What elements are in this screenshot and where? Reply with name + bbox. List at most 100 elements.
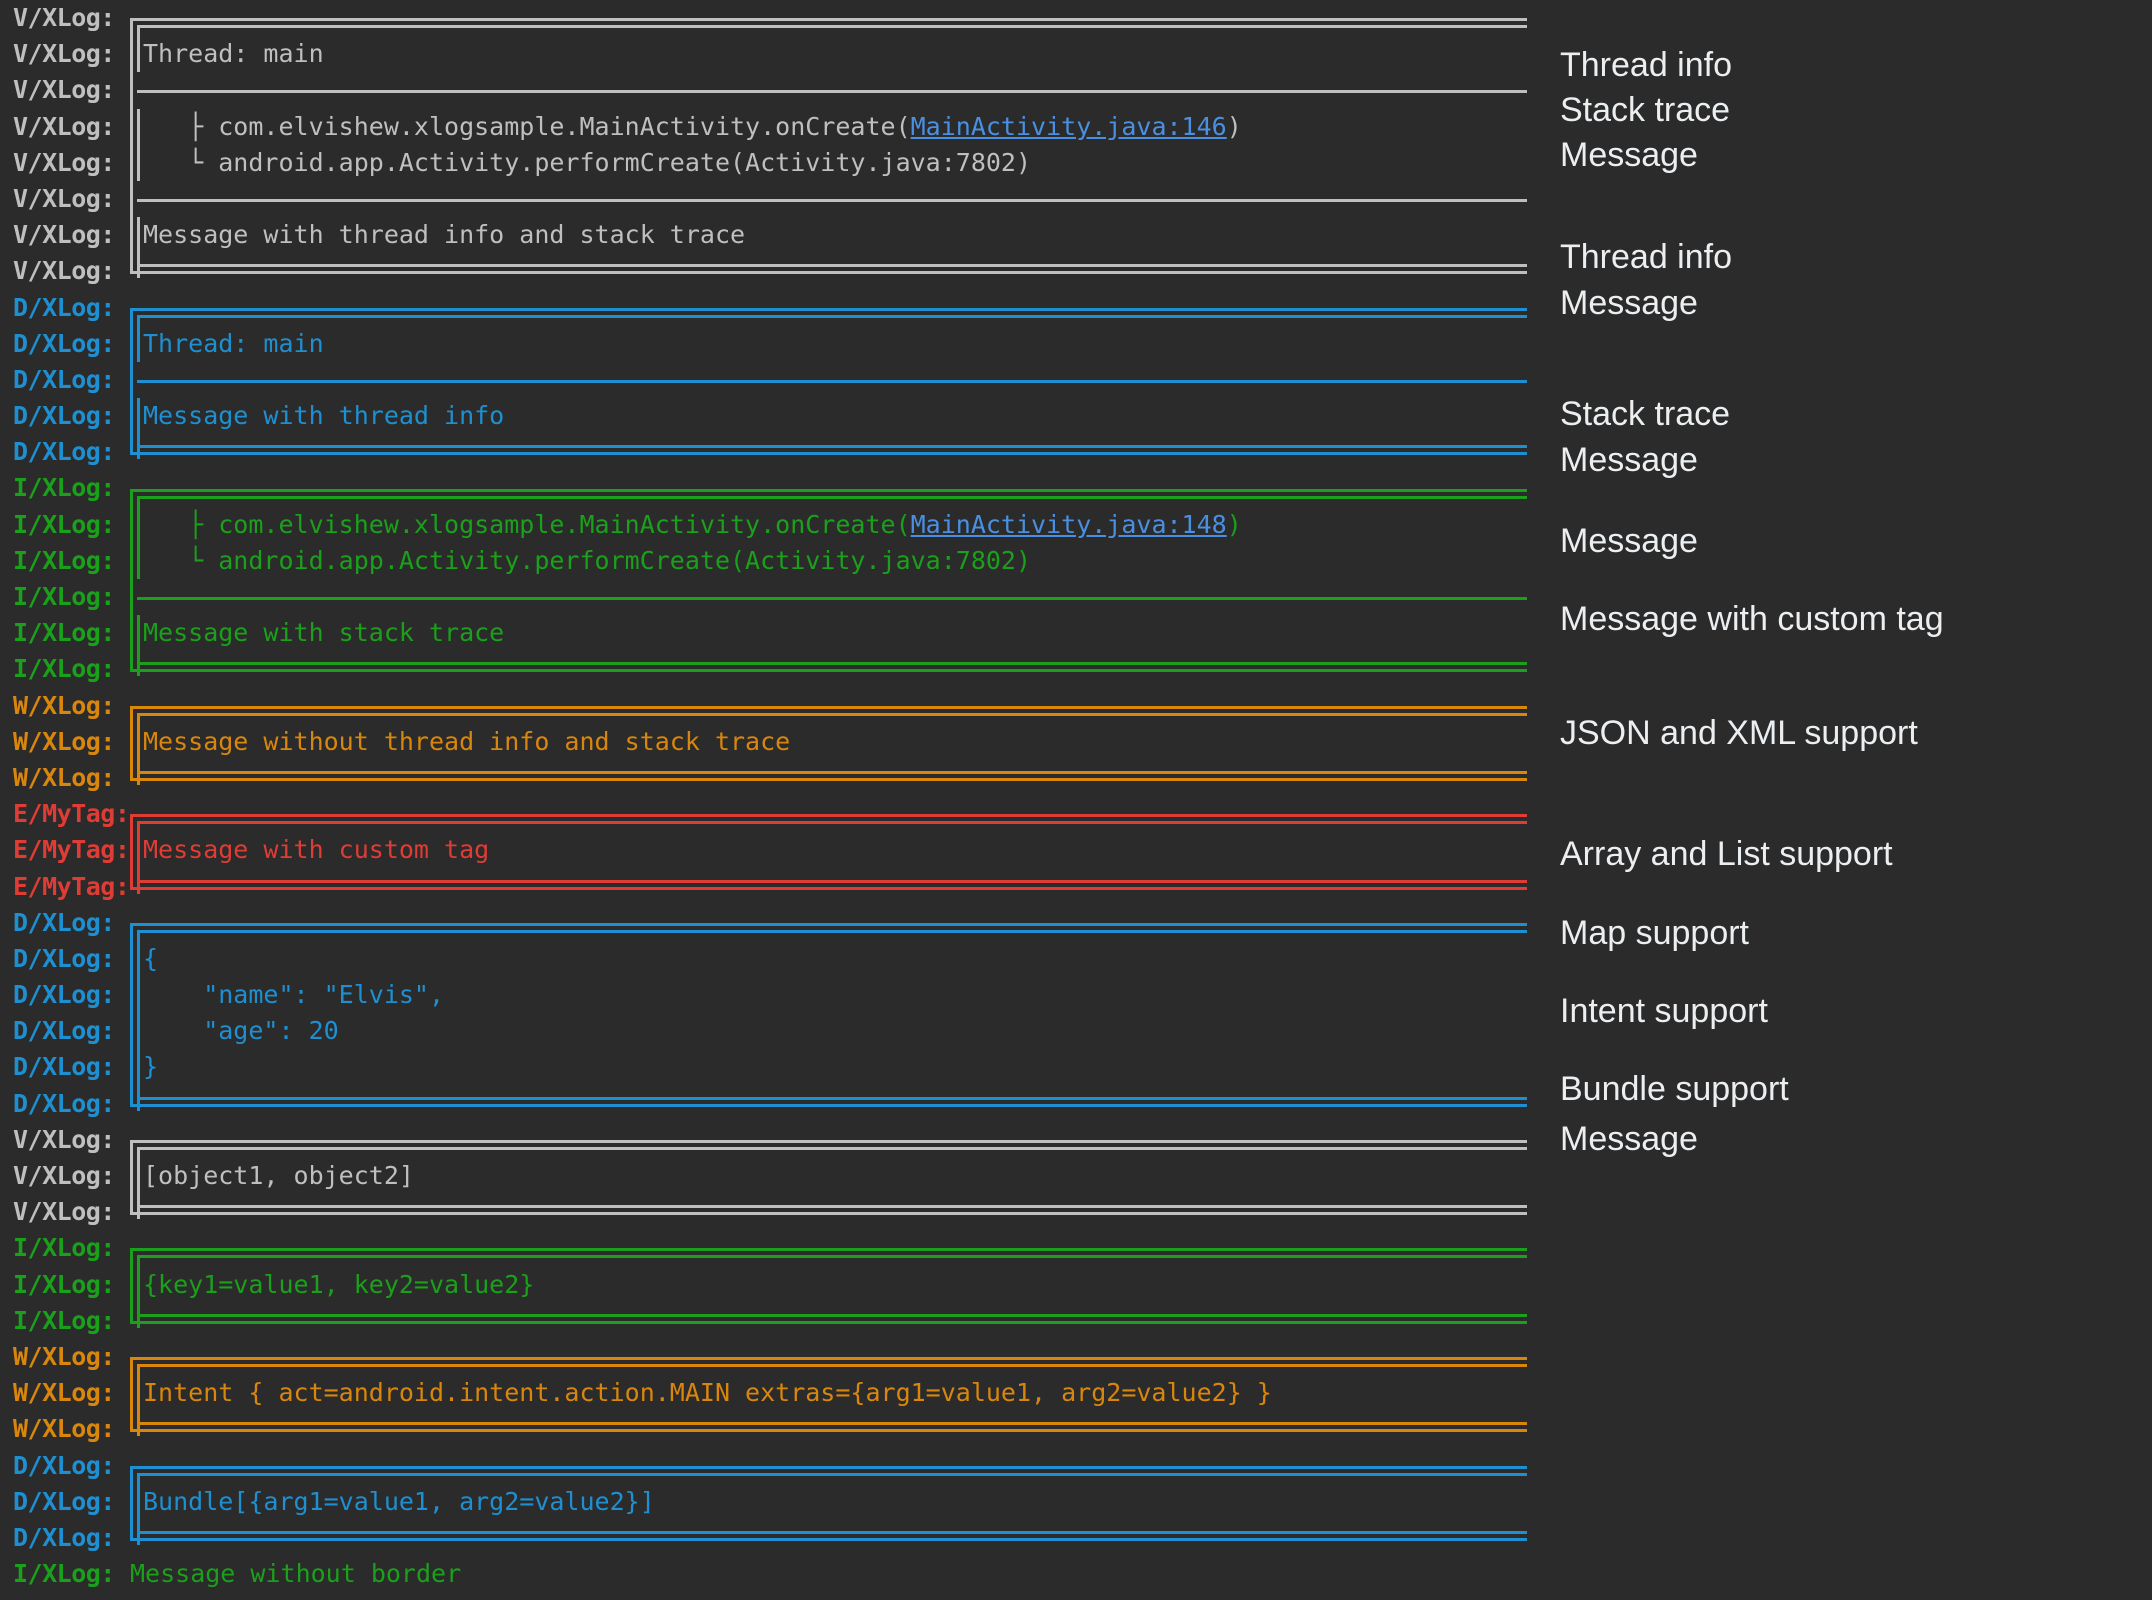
- log-row[interactable]: V/XLog:: [0, 1194, 1560, 1230]
- log-box: Bundle[{arg1=value1, arg2=value2}]: [130, 1483, 1527, 1520]
- box-vertical-rail: [130, 108, 133, 145]
- box-vertical-rail: [130, 1302, 133, 1321]
- box-divider: [137, 199, 1527, 203]
- log-row[interactable]: D/XLog: Bundle[{arg1=value1, arg2=value2}…: [0, 1483, 1560, 1520]
- log-row[interactable]: V/XLog:: [0, 253, 1560, 289]
- log-row[interactable]: W/XLog:: [0, 1339, 1560, 1376]
- log-row[interactable]: E/MyTag: Message with custom tag: [0, 832, 1560, 869]
- log-row[interactable]: I/XLog: {key1=value1, key2=value2}: [0, 1266, 1560, 1303]
- log-row[interactable]: D/XLog:: [0, 1519, 1560, 1556]
- log-row[interactable]: D/XLog: Message with thread info: [0, 398, 1560, 435]
- log-row[interactable]: D/XLog:: [0, 361, 1560, 399]
- box-vertical-rail: [130, 832, 133, 869]
- annotation-label: Message: [1560, 441, 1698, 479]
- log-tag: D/XLog:: [13, 907, 115, 937]
- log-row[interactable]: I/XLog: Message without border: [0, 1556, 1560, 1592]
- box-bottom-border: [130, 1212, 1527, 1216]
- box-vertical-rail: [130, 488, 133, 507]
- log-box: [130, 470, 1527, 507]
- annotation-label: Message: [1560, 1120, 1698, 1158]
- log-box: [130, 759, 1527, 796]
- log-tag: V/XLog:: [13, 256, 115, 286]
- source-link[interactable]: MainActivity.java:146: [911, 112, 1227, 141]
- log-row[interactable]: V/XLog: Message with thread info and stac…: [0, 217, 1560, 254]
- log-console[interactable]: V/XLog: V/XLog: Thread: main V/XLog: V/XLog:…: [0, 0, 1560, 1600]
- box-top-border-inner: [137, 25, 1527, 29]
- log-row[interactable]: D/XLog:: [0, 905, 1560, 941]
- box-vertical-rail-inner: [137, 36, 140, 73]
- box-vertical-rail-inner: [137, 712, 140, 724]
- box-vertical-rail: [130, 1194, 133, 1213]
- log-row[interactable]: D/XLog: "age": 20: [0, 1013, 1560, 1050]
- box-bottom-border: [130, 669, 1527, 673]
- log-row[interactable]: D/XLog: "name": "Elvis",: [0, 977, 1560, 1014]
- log-tag: W/XLog:: [13, 1414, 115, 1444]
- log-row[interactable]: V/XLog: Thread: main: [0, 36, 1560, 73]
- log-box: [130, 361, 1527, 399]
- log-box: [object1, object2]: [130, 1158, 1527, 1195]
- log-tag: V/XLog:: [13, 220, 115, 250]
- box-bottom-border: [130, 1103, 1527, 1107]
- log-row[interactable]: W/XLog:: [0, 759, 1560, 796]
- annotation-label: Message: [1560, 136, 1698, 174]
- annotation-label: Bundle support: [1560, 1070, 1789, 1108]
- log-tag: D/XLog:: [13, 437, 115, 467]
- log-row[interactable]: I/XLog: ├ com.elvishew.xlogsample.MainAc…: [0, 506, 1560, 543]
- log-box: {key1=value1, key2=value2}: [130, 1266, 1527, 1303]
- box-vertical-rail: [130, 325, 133, 362]
- log-row[interactable]: I/XLog:: [0, 651, 1560, 687]
- log-tag: V/XLog:: [13, 1197, 115, 1227]
- log-row[interactable]: V/XLog:: [0, 1122, 1560, 1158]
- log-box: Message with custom tag: [130, 832, 1527, 869]
- box-top-border: [130, 814, 1527, 818]
- log-row[interactable]: V/XLog: └ android.app.Activity.performCr…: [0, 144, 1560, 181]
- log-row[interactable]: W/XLog:: [0, 688, 1560, 724]
- log-row[interactable]: E/MyTag:: [0, 796, 1560, 833]
- log-row[interactable]: V/XLog:: [0, 180, 1560, 218]
- annotation-label: Thread info: [1560, 46, 1732, 84]
- log-row[interactable]: W/XLog: Intent { act=android.intent.actio…: [0, 1375, 1560, 1412]
- log-row[interactable]: I/XLog:: [0, 1302, 1560, 1339]
- log-row[interactable]: D/XLog:: [0, 1448, 1560, 1484]
- log-row[interactable]: I/XLog: └ android.app.Activity.performCr…: [0, 542, 1560, 579]
- box-vertical-rail-inner: [137, 1411, 140, 1437]
- log-row[interactable]: D/XLog:: [0, 290, 1560, 326]
- log-row[interactable]: V/XLog: [object1, object2]: [0, 1158, 1560, 1195]
- annotation-label: Stack trace: [1560, 91, 1731, 129]
- log-row[interactable]: V/XLog:: [0, 0, 1560, 37]
- box-vertical-rail: [130, 307, 133, 326]
- log-message: └ android.app.Activity.performCreate(Act…: [143, 147, 1032, 177]
- log-row[interactable]: W/XLog:: [0, 1411, 1560, 1447]
- box-bottom-border-inner: [137, 662, 1527, 666]
- log-row[interactable]: D/XLog:}: [0, 1049, 1560, 1086]
- box-vertical-rail-inner: [137, 1266, 140, 1303]
- log-row[interactable]: I/XLog: Message with stack trace: [0, 615, 1560, 652]
- log-row[interactable]: V/XLog: ├ com.elvishew.xlogsample.MainAc…: [0, 108, 1560, 145]
- log-row[interactable]: V/XLog:: [0, 72, 1560, 109]
- log-box: ├ com.elvishew.xlogsample.MainActivity.o…: [130, 506, 1527, 543]
- log-tag: D/XLog:: [13, 1016, 115, 1046]
- box-vertical-rail: [130, 1519, 133, 1538]
- log-message: Message with stack trace: [143, 618, 505, 648]
- log-row[interactable]: W/XLog: Message without thread info and s…: [0, 723, 1560, 760]
- log-box: [130, 1230, 1527, 1267]
- box-vertical-rail: [130, 940, 133, 978]
- log-row[interactable]: D/XLog:: [0, 1085, 1560, 1122]
- log-row[interactable]: I/XLog:: [0, 1230, 1560, 1267]
- log-row[interactable]: E/MyTag:: [0, 868, 1560, 905]
- log-row[interactable]: D/XLog: {: [0, 940, 1560, 978]
- log-box: "name": "Elvis",: [130, 977, 1527, 1014]
- log-row[interactable]: D/XLog:: [0, 434, 1560, 470]
- box-vertical-rail: [130, 217, 133, 254]
- log-row[interactable]: I/XLog:: [0, 579, 1560, 616]
- box-vertical-rail: [130, 1483, 133, 1520]
- log-row[interactable]: D/XLog: Thread: main: [0, 325, 1560, 362]
- box-top-border: [130, 1139, 1527, 1143]
- log-box: Intent { act=android.intent.action.MAIN …: [130, 1375, 1527, 1412]
- log-tag: D/XLog:: [13, 328, 115, 358]
- box-vertical-rail: [130, 36, 133, 73]
- log-row[interactable]: I/XLog:: [0, 470, 1560, 507]
- log-box: Thread: main: [130, 325, 1527, 362]
- source-link[interactable]: MainActivity.java:148: [911, 510, 1227, 539]
- log-message: "age": 20: [143, 1016, 339, 1046]
